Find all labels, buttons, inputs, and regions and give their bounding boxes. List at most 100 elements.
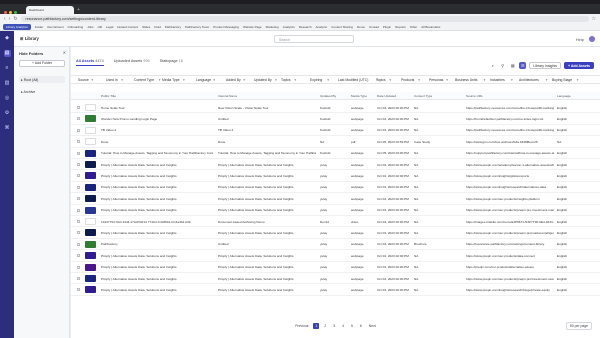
filter-dropdown[interactable]: Language <box>196 78 211 82</box>
row-checkbox[interactable] <box>77 288 80 292</box>
page-number-button[interactable]: 6 <box>358 323 364 329</box>
cell-title[interactable]: Home Scale Tour <box>101 106 213 110</box>
bookmark-item[interactable]: HR <box>98 25 102 29</box>
forward-icon[interactable]: › <box>9 16 11 22</box>
cell-title[interactable]: PathFactory <box>101 242 213 246</box>
table-row[interactable]: TB Video 2 TB Video 2 Kusfold webpage Oct 04… <box>71 125 600 137</box>
row-checkbox[interactable] <box>77 185 80 189</box>
folder-item-archive[interactable]: ▸ Archive <box>19 88 65 95</box>
table-row[interactable]: Pimply | Alternative Assets Data, Soluti… <box>71 193 600 205</box>
cell-title[interactable]: Pimply | Alternative Assets Data, Soluti… <box>101 163 213 167</box>
filter-dropdown[interactable]: Products <box>401 78 414 82</box>
row-checkbox[interactable] <box>77 197 80 201</box>
bookmark-item[interactable]: Analytics <box>283 25 295 29</box>
bookmark-item[interactable]: Reports <box>395 25 406 29</box>
cell-title[interactable]: Pimply | Alternative Assets Data, Soluti… <box>101 208 213 212</box>
row-checkbox[interactable] <box>77 163 80 166</box>
row-checkbox[interactable] <box>77 265 80 269</box>
campaigns-icon[interactable]: ◎ <box>4 95 11 102</box>
table-row[interactable]: Pimply | Alternative Assets Data, Soluti… <box>71 262 600 273</box>
page-number-button[interactable]: 1 <box>313 323 320 329</box>
prev-page-button[interactable]: Previous <box>293 323 310 329</box>
row-checkbox[interactable] <box>77 117 80 121</box>
column-header[interactable]: Internal Name <box>218 94 237 98</box>
filter-dropdown[interactable]: Buying Stage <box>552 78 572 82</box>
cell-title[interactable]: 14237764 NA4 4444-17A4H4F14 774A4-C4c864… <box>101 220 213 224</box>
bookmark-item[interactable]: Onboarding <box>68 25 84 29</box>
new-tab-icon[interactable]: + <box>77 6 80 14</box>
bookmark-item[interactable]: PathFactory <box>165 25 181 29</box>
bookmark-item[interactable]: Research <box>299 25 312 29</box>
cell-title[interactable]: Tutorial: How to Manage Assets, Tagging … <box>101 151 213 155</box>
avatar[interactable] <box>589 36 595 42</box>
tab-staticpage[interactable]: Staticpage 18 <box>160 59 183 66</box>
cell-title[interactable]: Pimply | Alternative Assets Data, Soluti… <box>101 185 213 189</box>
tracks-icon[interactable]: ≡ <box>4 65 11 72</box>
table-row[interactable]: Pimply | Alternative Assets Data, Soluti… <box>71 205 600 216</box>
column-header[interactable]: Updated By <box>320 94 336 98</box>
page-number-button[interactable]: 5 <box>349 323 355 329</box>
cell-title[interactable]: Pimply | Alternative Assets Data, Soluti… <box>101 254 213 258</box>
library-icon[interactable]: ▤ <box>3 50 11 57</box>
row-checkbox[interactable] <box>77 140 80 144</box>
table-row[interactable]: 14237764 NA4 4444-17A4H4F14 774A4-C4c864… <box>71 216 600 228</box>
list-view-icon[interactable]: ☰ <box>519 62 527 69</box>
analytics-icon[interactable]: ▥ <box>4 80 11 87</box>
bookmark-item[interactable]: Hosted Content <box>117 25 138 29</box>
bookmark-item[interactable]: Folder <box>35 25 44 29</box>
logo-icon[interactable]: ◆ <box>4 35 11 42</box>
cell-title[interactable]: Pimply | Alternative Assets Data, Soluti… <box>101 288 213 292</box>
table-row[interactable]: Pimply | Alternative Assets Data, Soluti… <box>71 159 600 171</box>
table-row[interactable]: Wonder New Promo Landing Login Page Untit… <box>71 113 600 125</box>
cell-title[interactable]: Pimply | Alternative Assets Data, Soluti… <box>101 231 213 235</box>
hide-folders-toggle[interactable]: Hide Folders <box>19 51 43 56</box>
filter-dropdown[interactable]: Used In <box>106 78 118 82</box>
filter-dropdown[interactable]: Personas <box>429 78 443 82</box>
page-number-button[interactable]: 3 <box>331 323 337 329</box>
tab-all-assets[interactable]: All Assets 4474 <box>76 59 104 66</box>
table-row[interactable]: PathFactory Untitled yulay webpage Oct 04, 2… <box>71 239 600 251</box>
bookmark-item[interactable]: Legal <box>106 25 113 29</box>
bookmark-item[interactable]: PathFactory Team <box>185 25 209 29</box>
bookmark-item[interactable]: Plugin <box>383 25 391 29</box>
row-checkbox[interactable] <box>77 231 80 235</box>
table-row[interactable]: Tutorial: How to Manage Assets, Tagging … <box>71 148 600 159</box>
bookmark-item[interactable]: Content Sharing <box>331 25 353 29</box>
settings-icon[interactable]: ⚙ <box>4 110 11 117</box>
bookmark-item[interactable]: Unread <box>369 25 379 29</box>
table-row[interactable]: Pimply | Alternative Assets Data, Soluti… <box>71 227 600 239</box>
filter-dropdown[interactable]: Updated By <box>254 78 272 82</box>
cell-title[interactable]: Pimply | Alternative Assets Data, Soluti… <box>101 174 213 178</box>
cell-title[interactable]: Pimply | Alternative Assets Data, Soluti… <box>101 277 213 281</box>
bookmark-item[interactable]: Website Page <box>243 25 262 29</box>
row-checkbox[interactable] <box>77 220 80 223</box>
row-checkbox[interactable] <box>77 208 80 212</box>
cell-title[interactable]: TB Video 2 <box>101 128 213 132</box>
next-page-button[interactable]: Next <box>367 323 378 329</box>
column-header[interactable]: Language <box>557 94 571 98</box>
row-checkbox[interactable] <box>77 242 80 246</box>
bookmark-item[interactable]: Slides <box>142 25 150 29</box>
filter-dropdown[interactable]: Architectures <box>519 78 539 82</box>
library-insights-button[interactable]: Library Insights <box>529 62 561 69</box>
filter-dropdown[interactable]: Business Units <box>455 78 477 82</box>
table-row[interactable]: Done Done NA pdf Oct 05, 2023 03:59 PM Case S… <box>71 136 600 148</box>
filter-dropdown[interactable]: Added By <box>226 78 241 82</box>
close-icon[interactable]: ✕ <box>63 50 66 55</box>
add-assets-button[interactable]: + Add Assets <box>563 62 594 69</box>
table-row[interactable]: Pimply | Alternative Assets Data, Soluti… <box>71 284 600 296</box>
cell-title[interactable]: Pimply | Alternative Assets Data, Soluti… <box>101 197 213 201</box>
filter-dropdown[interactable]: Content Type <box>134 78 154 82</box>
reload-icon[interactable]: ↻ <box>13 16 17 22</box>
table-row[interactable]: Pimply | Alternative Assets Data, Soluti… <box>71 273 600 285</box>
column-header[interactable]: Media Type <box>351 94 367 98</box>
page-number-button[interactable]: 4 <box>340 323 346 329</box>
column-header[interactable]: Content Type <box>414 94 432 98</box>
filter-dropdown[interactable]: Industries <box>490 78 505 82</box>
row-checkbox[interactable] <box>77 174 80 178</box>
star-icon[interactable]: ☆ <box>592 16 596 22</box>
bookmark-item[interactable]: Fluid <box>154 25 161 29</box>
row-checkbox[interactable] <box>77 128 80 132</box>
filter-dropdown[interactable]: Source <box>78 78 89 82</box>
folder-item-root[interactable]: ▸ Root (All) <box>19 76 65 83</box>
